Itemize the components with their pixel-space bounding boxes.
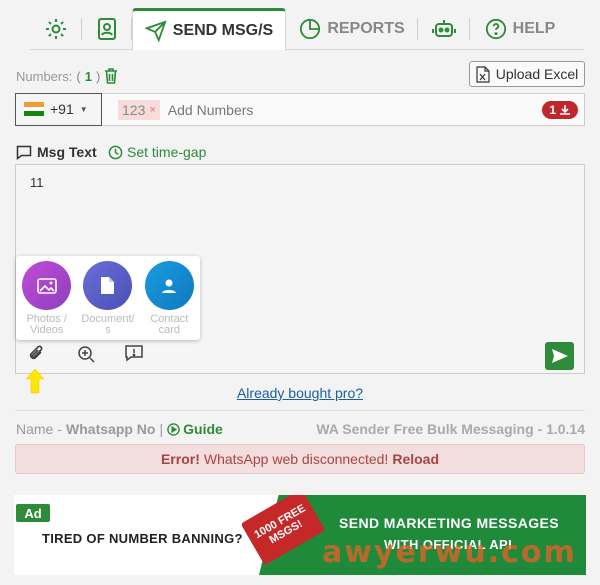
guide-link[interactable]: Guide	[167, 421, 223, 437]
help-icon	[485, 18, 507, 40]
already-bought-pro-link[interactable]: Already bought pro?	[0, 385, 600, 401]
numbers-count-badge[interactable]: 1	[542, 100, 578, 119]
photos-videos-label: Photos / Videos	[26, 313, 67, 336]
numbers-input-row: +91 ▼ 123 × Add Numbers 1	[15, 92, 585, 126]
tab-reports-label: REPORTS	[327, 19, 405, 37]
india-flag-icon	[24, 102, 44, 117]
upload-excel-label: Upload Excel	[495, 66, 579, 82]
tab-help-label: HELP	[512, 19, 556, 37]
tab-contacts[interactable]	[82, 8, 132, 49]
attach-document[interactable]: Document/ s	[80, 261, 136, 340]
photo-icon	[22, 261, 72, 310]
ai-bot-icon[interactable]	[76, 344, 96, 364]
set-time-gap-link[interactable]: Set time-gap	[108, 144, 206, 160]
msg-text-heading: Msg Text	[37, 144, 97, 160]
gear-icon	[44, 17, 68, 41]
contacts-icon	[96, 17, 118, 41]
attach-photos-videos[interactable]: Photos / Videos	[19, 261, 75, 340]
send-icon	[144, 19, 167, 42]
download-icon	[559, 104, 571, 116]
clock-icon	[108, 145, 123, 160]
attachment-menu: Photos / Videos Document/ s Contact card	[16, 256, 200, 340]
upload-excel-button[interactable]: Upload Excel	[469, 61, 585, 87]
send-arrow-icon	[551, 348, 569, 364]
robot-icon	[432, 18, 456, 40]
reload-link[interactable]: Reload	[392, 451, 439, 467]
error-prefix: Error!	[160, 451, 200, 467]
document-label: Document/ s	[81, 313, 135, 336]
tab-settings[interactable]	[30, 8, 82, 49]
play-circle-icon	[167, 422, 180, 436]
send-message-button[interactable]	[545, 342, 574, 370]
top-nav: SEND MSG/S REPORTS HELP	[30, 8, 584, 50]
numbers-count-label: Numbers: ( 1 )	[16, 68, 118, 84]
contact-card-label: Contact card	[150, 313, 189, 336]
msg-text-label: Msg Text	[16, 144, 97, 160]
excel-file-icon	[476, 65, 490, 83]
country-code-select[interactable]: +91 ▼	[15, 92, 102, 126]
error-message: WhatsApp web disconnected!	[203, 451, 389, 467]
paren-close: )	[95, 68, 101, 84]
tab-bot[interactable]	[418, 8, 470, 49]
name-dash: -	[57, 421, 63, 437]
tab-send-msgs[interactable]: SEND MSG/S	[132, 8, 286, 50]
footer-name-row: Name - Whatsapp No | Guide	[16, 421, 223, 437]
app-version-label: WA Sender Free Bulk Messaging - 1.0.14	[316, 421, 585, 437]
paren-open: (	[76, 68, 81, 84]
tab-help[interactable]: HELP	[470, 8, 570, 49]
whatsapp-no-label: Whatsapp No	[66, 421, 156, 437]
document-icon	[83, 261, 133, 310]
name-label: Name	[16, 421, 54, 437]
number-chip[interactable]: 123 ×	[118, 99, 160, 120]
contact-person-icon	[144, 261, 194, 310]
numbers-label-text: Numbers:	[16, 68, 73, 84]
numbers-count: 1	[84, 68, 92, 84]
tab-reports[interactable]: REPORTS	[286, 8, 418, 49]
ad-right-line1: SEND MARKETING MESSAGES	[339, 515, 559, 531]
message-text: 11	[30, 175, 44, 190]
attach-contact-card[interactable]: Contact card	[141, 261, 197, 340]
message-toolbar	[26, 344, 144, 364]
guide-label: Guide	[183, 421, 223, 437]
paperclip-icon[interactable]	[26, 344, 46, 364]
country-code: +91	[50, 101, 74, 117]
message-icon	[16, 145, 32, 160]
chip-value: 123	[122, 101, 146, 118]
name-pipe: |	[159, 421, 164, 437]
chevron-down-icon: ▼	[79, 104, 88, 114]
add-numbers-input[interactable]: Add Numbers	[168, 102, 543, 118]
pie-chart-icon	[299, 18, 321, 40]
alert-message-icon[interactable]	[124, 344, 144, 364]
badge-count: 1	[549, 102, 556, 117]
watermark: awyerwu.com	[322, 535, 577, 570]
set-time-gap-label: Set time-gap	[127, 144, 207, 160]
ad-left-text: TIRED OF NUMBER BANNING?	[42, 531, 243, 546]
tab-send-label: SEND MSG/S	[172, 21, 274, 39]
ad-tag: Ad	[16, 504, 50, 522]
error-alert: Error! WhatsApp web disconnected! Reload	[15, 444, 585, 474]
footer-divider	[15, 410, 585, 411]
chip-remove-icon[interactable]: ×	[149, 104, 155, 116]
trash-icon[interactable]	[104, 68, 118, 84]
